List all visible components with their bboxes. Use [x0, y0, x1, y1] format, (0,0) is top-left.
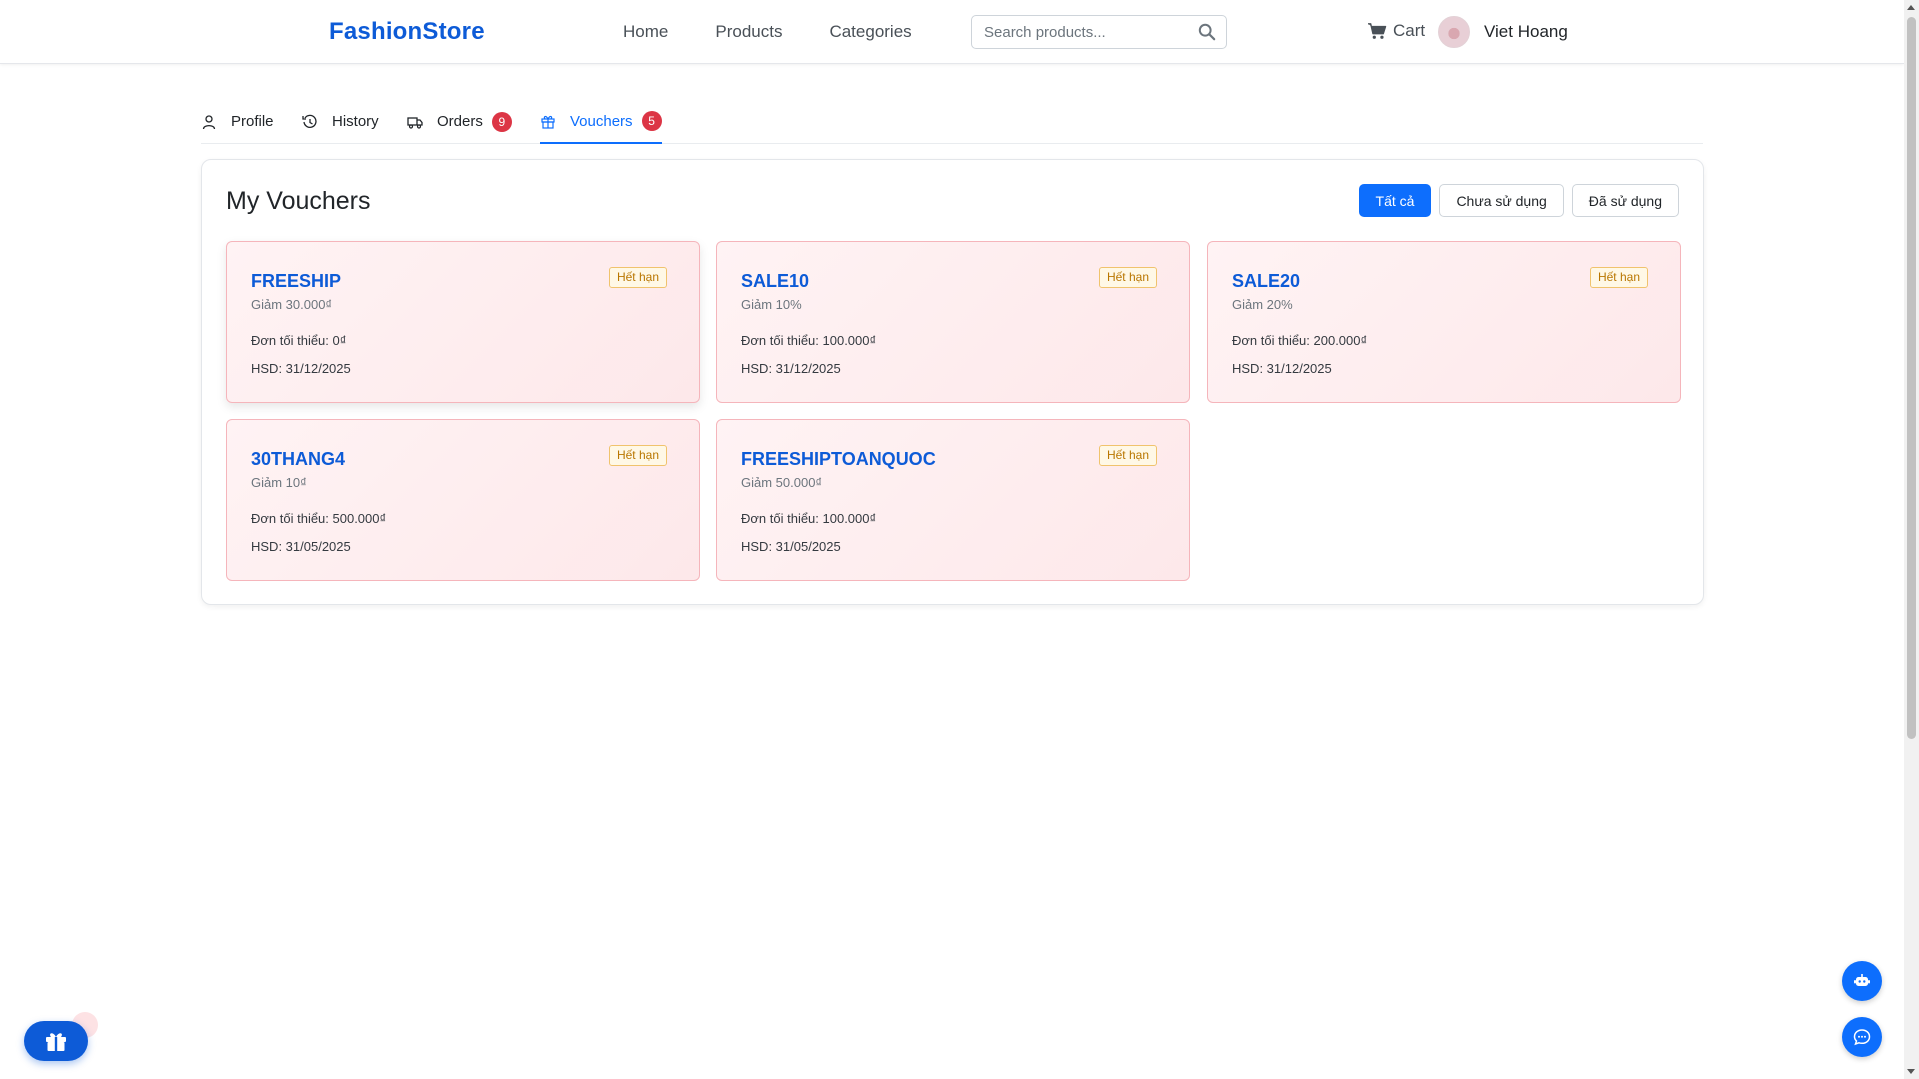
search-icon[interactable]	[1198, 23, 1216, 41]
avatar	[1438, 16, 1470, 48]
chatbot-button[interactable]	[1842, 961, 1882, 1001]
tab-history[interactable]: History	[302, 100, 379, 143]
voucher-discount: Giảm 10₫	[251, 475, 307, 490]
page-title: My Vouchers	[226, 187, 371, 215]
nav-categories[interactable]: Categories	[829, 22, 911, 42]
status-badge: Hết hạn	[608, 445, 667, 466]
voucher-card[interactable]: SALE20 Giảm 20% Đơn tối thiểu: 200.000₫ …	[1207, 241, 1681, 403]
orders-count-badge: 9	[491, 111, 512, 132]
vouchers-panel: My Vouchers Tất cả Chưa sử dụng Đã sử dụ…	[201, 159, 1704, 605]
cart-icon	[1368, 23, 1387, 39]
scroll-down-arrow-icon[interactable]	[1907, 1069, 1915, 1074]
chat-icon	[1853, 1029, 1871, 1046]
voucher-card[interactable]: FREESHIPTOANQUOC Giảm 50.000₫ Đơn tối th…	[716, 419, 1190, 581]
page-scrollbar[interactable]	[1904, 0, 1919, 1079]
status-badge: Hết hạn	[608, 267, 667, 288]
nav-home[interactable]: Home	[623, 22, 668, 42]
gift-icon	[541, 115, 555, 129]
top-navbar: FashionStore Home Products Categories Ca…	[0, 0, 1904, 64]
brand-logo[interactable]: FashionStore	[329, 18, 485, 46]
tab-label: Profile	[231, 113, 274, 130]
filter-all-button[interactable]: Tất cả	[1358, 184, 1432, 217]
history-icon	[302, 114, 317, 128]
search-box	[971, 15, 1227, 49]
voucher-code: SALE10	[741, 271, 810, 291]
voucher-expiry: HSD: 31/12/2025	[741, 361, 841, 376]
user-menu[interactable]: Viet Hoang	[1438, 16, 1568, 48]
voucher-code: FREESHIP	[251, 271, 342, 291]
nav-products[interactable]: Products	[715, 22, 782, 42]
robot-icon	[1854, 974, 1870, 986]
search-input[interactable]	[972, 16, 1192, 48]
voucher-card[interactable]: SALE10 Giảm 10% Đơn tối thiểu: 100.000₫ …	[716, 241, 1190, 403]
voucher-discount: Giảm 30.000₫	[251, 297, 333, 312]
voucher-card[interactable]: 30THANG4 Giảm 10₫ Đơn tối thiểu: 500.000…	[226, 419, 700, 581]
tab-orders[interactable]: Orders 9	[407, 100, 512, 143]
voucher-expiry: HSD: 31/12/2025	[1232, 361, 1332, 376]
voucher-discount: Giảm 20%	[1232, 297, 1293, 312]
gift-icon	[46, 1033, 66, 1051]
tab-profile[interactable]: Profile	[201, 100, 274, 143]
filter-unused-button[interactable]: Chưa sử dụng	[1439, 184, 1564, 217]
vouchers-count-badge: 5	[641, 111, 662, 131]
scroll-up-arrow-icon[interactable]	[1907, 5, 1915, 10]
voucher-min-order: Đơn tối thiểu: 200.000₫	[1232, 333, 1368, 348]
voucher-discount: Giảm 10%	[741, 297, 802, 312]
cart-label: Cart	[1393, 21, 1426, 40]
voucher-expiry: HSD: 31/05/2025	[251, 539, 351, 554]
status-badge: Hết hạn	[1098, 445, 1157, 466]
user-icon	[202, 114, 216, 129]
tab-label: Vouchers	[570, 112, 633, 130]
voucher-filter-group: Tất cả Chưa sử dụng Đã sử dụng	[1358, 184, 1679, 217]
tab-label: History	[332, 113, 379, 130]
voucher-min-order: Đơn tối thiểu: 500.000₫	[251, 511, 387, 526]
scrollbar-thumb[interactable]	[1907, 17, 1916, 739]
tab-vouchers[interactable]: Vouchers 5	[540, 100, 662, 144]
status-badge: Hết hạn	[1098, 267, 1157, 288]
voucher-code: FREESHIPTOANQUOC	[741, 449, 936, 469]
truck-icon	[407, 116, 423, 129]
gift-button[interactable]	[24, 1021, 88, 1061]
status-badge: Hết hạn	[1589, 267, 1648, 288]
voucher-min-order: Đơn tối thiểu: 100.000₫	[741, 511, 877, 526]
chat-button[interactable]	[1842, 1017, 1882, 1057]
filter-used-button[interactable]: Đã sử dụng	[1571, 184, 1679, 217]
voucher-min-order: Đơn tối thiểu: 0₫	[251, 333, 347, 348]
voucher-code: 30THANG4	[251, 449, 346, 469]
tab-label: Orders	[437, 113, 483, 130]
main-nav: Home Products Categories	[623, 22, 959, 42]
voucher-expiry: HSD: 31/05/2025	[741, 539, 841, 554]
voucher-min-order: Đơn tối thiểu: 100.000₫	[741, 333, 877, 348]
voucher-card[interactable]: FREESHIP Giảm 30.000₫ Đơn tối thiểu: 0₫ …	[226, 241, 700, 403]
voucher-code: SALE20	[1232, 271, 1301, 291]
user-name: Viet Hoang	[1484, 22, 1568, 41]
voucher-discount: Giảm 50.000₫	[741, 475, 823, 490]
account-tabs: Profile History Orders 9 Vouchers 5	[201, 100, 1703, 144]
cart-link[interactable]: Cart	[1367, 21, 1425, 41]
voucher-expiry: HSD: 31/12/2025	[251, 361, 351, 376]
